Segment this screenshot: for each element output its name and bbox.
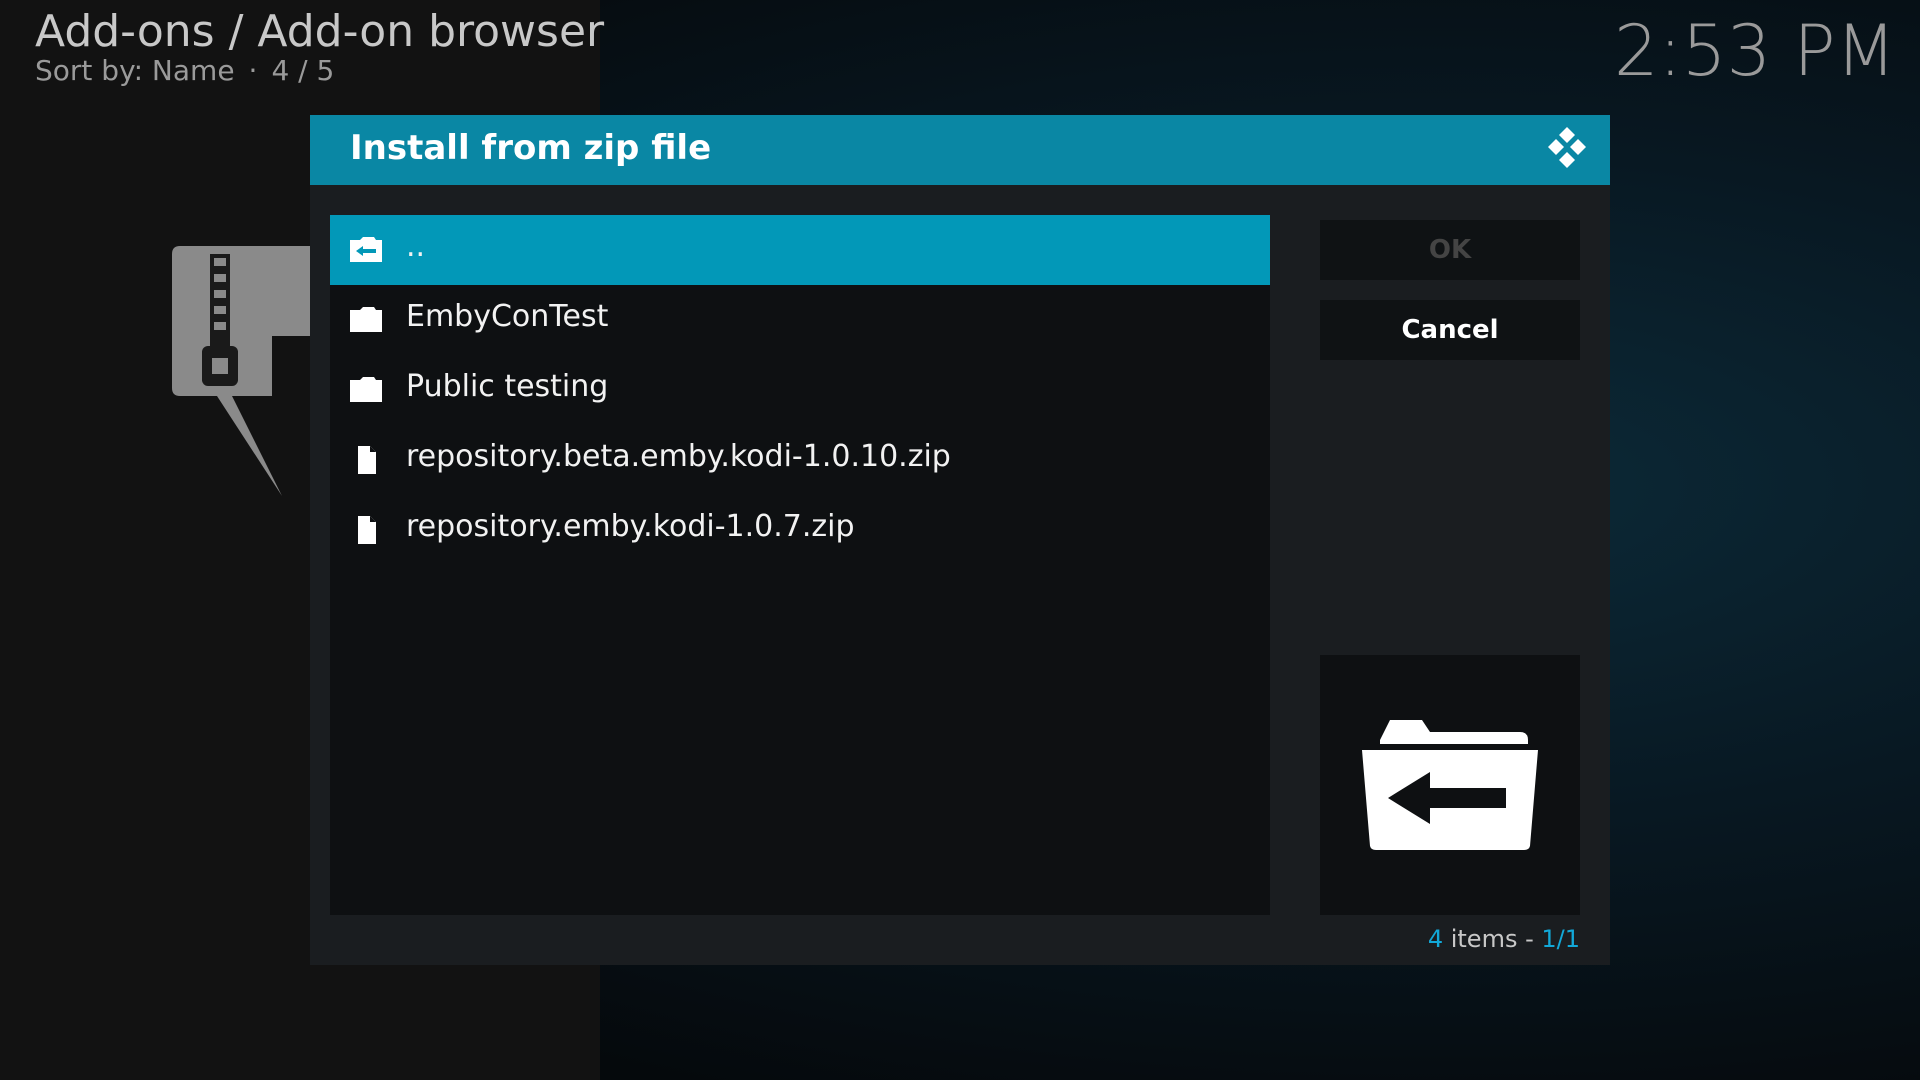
install-from-zip-dialog: Install from zip file .. EmbyConTest Pub… [310,115,1610,965]
list-item-label: Public testing [406,369,609,404]
list-item-label: EmbyConTest [406,299,609,334]
selected-item-thumbnail [1320,655,1580,915]
kodi-logo-icon [1542,125,1592,175]
folder-icon [350,377,382,402]
file-list: .. EmbyConTest Public testing repository… [330,215,1270,915]
page-position: 4 / 5 [271,54,335,87]
page-indicator: 1/1 [1541,925,1580,953]
folder-back-icon [1362,720,1538,850]
file-icon [358,446,376,474]
items-count: 4 items - 1/1 [1428,925,1580,953]
list-item-public-testing[interactable]: Public testing [330,355,1270,425]
folder-back-icon [350,237,382,262]
list-item-embycontest[interactable]: EmbyConTest [330,285,1270,355]
items-count-number: 4 [1427,925,1444,953]
list-item-label: repository.beta.emby.kodi-1.0.10.zip [406,439,951,474]
dialog-header: Install from zip file [310,115,1610,185]
items-count-label: items - [1443,925,1542,953]
list-item-label: repository.emby.kodi-1.0.7.zip [406,509,855,544]
list-item-parent-folder[interactable]: .. [330,215,1270,285]
ok-button[interactable]: OK [1320,220,1580,280]
separator-dot: · [248,54,258,87]
sort-info: Sort by: Name · 4 / 5 [35,54,334,87]
folder-icon [350,307,382,332]
sort-label: Sort by: Name [35,54,235,87]
list-item-label: .. [406,229,426,264]
zip-install-icon [172,246,322,496]
dialog-title: Install from zip file [350,128,712,168]
cancel-button[interactable]: Cancel [1320,300,1580,360]
file-icon [358,516,376,544]
list-item-repository-zip[interactable]: repository.emby.kodi-1.0.7.zip [330,495,1270,565]
clock: 2:53 PM [1613,10,1896,92]
list-item-repository-beta-zip[interactable]: repository.beta.emby.kodi-1.0.10.zip [330,425,1270,495]
page-title: Add-ons / Add-on browser [35,6,605,57]
